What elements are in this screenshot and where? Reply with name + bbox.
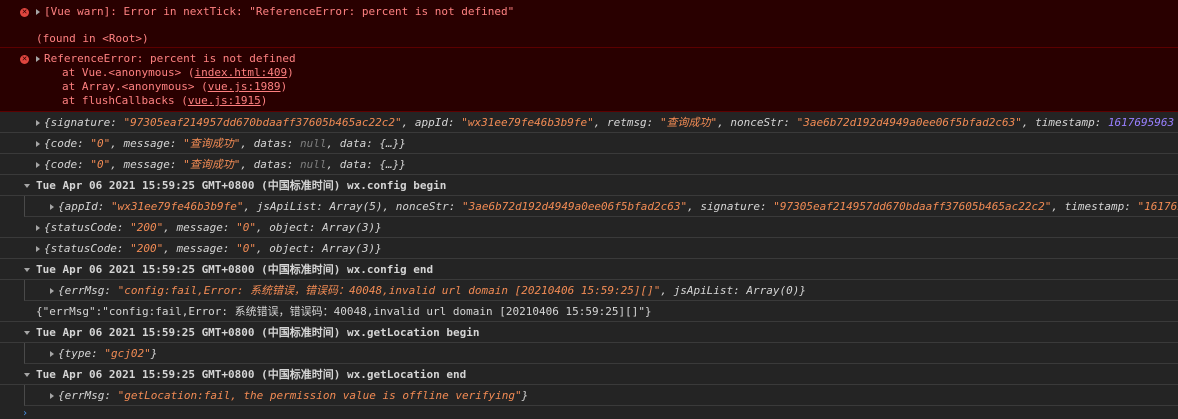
log-json-string[interactable]: {"errMsg":"config:fail,Error: 系统错误，错误码：4… xyxy=(0,301,1178,322)
log-object-status[interactable]: {statusCode: "200", message: "0", object… xyxy=(0,217,1178,238)
log-object-status[interactable]: {statusCode: "200", message: "0", object… xyxy=(0,238,1178,259)
collapse-triangle-icon[interactable] xyxy=(24,268,30,272)
error-message-vue-warn[interactable]: ✕ [Vue warn]: Error in nextTick: "Refere… xyxy=(0,0,1178,48)
group-log-row[interactable]: {errMsg: "getLocation:fail, the permissi… xyxy=(24,385,1178,406)
error-found-in: (found in <Root>) xyxy=(36,32,149,45)
collapse-triangle-icon[interactable] xyxy=(24,373,30,377)
stack-frame: at flushCallbacks (vue.js:1915) xyxy=(62,94,268,107)
error-message-reference[interactable]: ✕ ReferenceError: percent is not defined… xyxy=(0,48,1178,112)
source-link[interactable]: vue.js:1989 xyxy=(208,80,281,93)
expand-triangle-icon[interactable] xyxy=(36,9,40,15)
console-group-header[interactable]: Tue Apr 06 2021 15:59:25 GMT+0800 (中国标准时… xyxy=(0,322,1178,343)
expand-triangle-icon[interactable] xyxy=(36,162,40,168)
expand-triangle-icon[interactable] xyxy=(50,351,54,357)
error-icon: ✕ xyxy=(20,8,29,17)
group-log-row[interactable]: {appId: "wx31ee79fe46b3b9fe", jsApiList:… xyxy=(24,196,1178,217)
expand-triangle-icon[interactable] xyxy=(50,393,54,399)
devtools-console: ✕ [Vue warn]: Error in nextTick: "Refere… xyxy=(0,0,1178,419)
group-log-row[interactable]: {errMsg: "config:fail,Error: 系统错误，错误码：40… xyxy=(24,280,1178,301)
console-group-header[interactable]: Tue Apr 06 2021 15:59:25 GMT+0800 (中国标准时… xyxy=(0,364,1178,385)
expand-triangle-icon[interactable] xyxy=(36,246,40,252)
error-icon: ✕ xyxy=(20,55,29,64)
console-group-header[interactable]: Tue Apr 06 2021 15:59:25 GMT+0800 (中国标准时… xyxy=(0,259,1178,280)
collapse-triangle-icon[interactable] xyxy=(24,184,30,188)
log-object-code[interactable]: {code: "0", message: "查询成功", datas: null… xyxy=(0,154,1178,175)
expand-triangle-icon[interactable] xyxy=(36,225,40,231)
expand-triangle-icon[interactable] xyxy=(36,141,40,147)
expand-triangle-icon[interactable] xyxy=(50,204,54,210)
collapse-triangle-icon[interactable] xyxy=(24,331,30,335)
error-text: [Vue warn]: Error in nextTick: "Referenc… xyxy=(44,5,515,18)
log-object-code[interactable]: {code: "0", message: "查询成功", datas: null… xyxy=(0,133,1178,154)
error-text: ReferenceError: percent is not defined xyxy=(44,52,296,65)
stack-frame: at Vue.<anonymous> (index.html:409) xyxy=(62,66,294,79)
console-prompt-caret-icon[interactable]: › xyxy=(22,408,28,419)
stack-frame: at Array.<anonymous> (vue.js:1989) xyxy=(62,80,288,93)
source-link[interactable]: index.html:409 xyxy=(194,66,287,79)
source-link[interactable]: vue.js:1915 xyxy=(188,94,261,107)
expand-triangle-icon[interactable] xyxy=(50,288,54,294)
log-object-signature[interactable]: {signature: "97305eaf214957dd670bdaaff37… xyxy=(0,112,1178,133)
expand-triangle-icon[interactable] xyxy=(36,120,40,126)
group-log-row[interactable]: {type: "gcj02"} xyxy=(24,343,1178,364)
expand-triangle-icon[interactable] xyxy=(36,56,40,62)
console-group-header[interactable]: Tue Apr 06 2021 15:59:25 GMT+0800 (中国标准时… xyxy=(0,175,1178,196)
